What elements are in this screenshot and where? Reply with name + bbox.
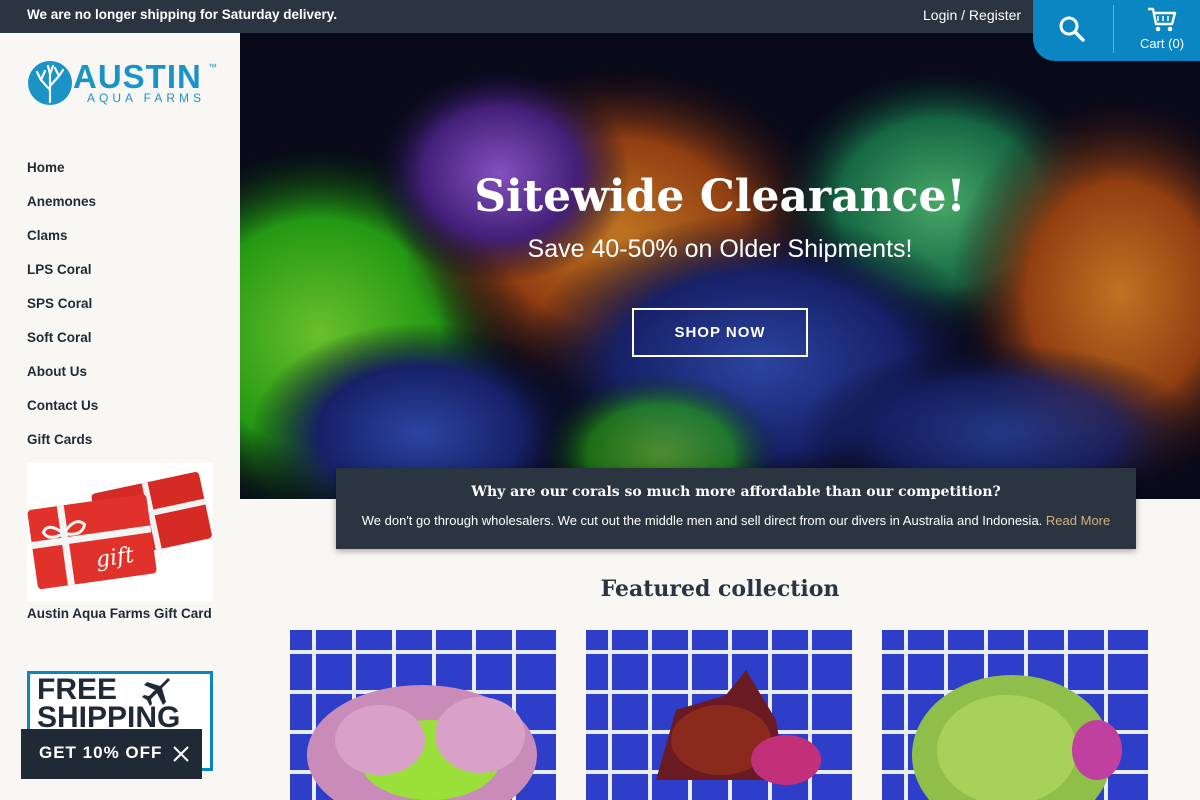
sidebar-item-lps-coral[interactable]: LPS Coral [27,262,98,296]
gift-card-image[interactable]: gift [27,463,213,601]
logo-subtitle: AQUA FARMS [87,91,206,105]
airplane-icon [142,678,170,706]
coral-hero-image [240,33,1200,499]
product-card-3[interactable] [882,630,1148,800]
callout-answer-line: We don't go through wholesalers. We cut … [336,513,1136,528]
gift-card-caption[interactable]: Austin Aqua Farms Gift Card [27,606,212,621]
read-more-link[interactable]: Read More [1046,513,1110,528]
featured-collection-title: Featured collection [600,576,840,602]
announcement-text: We are no longer shipping for Saturday d… [27,7,338,22]
sidebar-item-home[interactable]: Home [27,160,98,194]
login-register-link[interactable]: Login / Register [923,7,1021,23]
sidebar-item-contact-us[interactable]: Contact Us [27,398,98,432]
sidebar-item-about-us[interactable]: About Us [27,364,98,398]
affordability-callout: Why are our corals so much more affordab… [336,468,1136,549]
callout-answer: We don't go through wholesalers. We cut … [361,513,1043,528]
sidebar-nav: Home Anemones Clams LPS Coral SPS Coral … [27,160,98,466]
sidebar: AUSTIN ™ AQUA FARMS Home Anemones Clams … [0,33,240,800]
sidebar-item-clams[interactable]: Clams [27,228,98,262]
callout-question: Why are our corals so much more affordab… [471,484,1001,500]
cart-button[interactable]: Cart (0) [1129,6,1195,56]
sidebar-item-gift-cards[interactable]: Gift Cards [27,432,98,466]
close-icon[interactable] [171,744,191,764]
header-actions: Cart (0) [1033,0,1200,61]
shop-now-button[interactable]: SHOP NOW [632,308,808,357]
header-divider [1113,5,1114,53]
product-image-1 [290,630,556,800]
discount-label[interactable]: GET 10% OFF [39,743,162,763]
product-image-3 [882,630,1148,800]
sidebar-item-anemones[interactable]: Anemones [27,194,98,228]
product-card-1[interactable] [290,630,556,800]
logo-trademark: ™ [208,62,217,72]
discount-popup[interactable]: GET 10% OFF [21,729,202,779]
product-card-2[interactable] [586,630,852,800]
gift-card-image-text: gift [94,543,135,573]
product-image-2 [586,630,852,800]
sidebar-item-sps-coral[interactable]: SPS Coral [27,296,98,330]
cart-icon [1148,7,1177,32]
coral-logo-icon [28,61,72,105]
site-logo[interactable]: AUSTIN ™ AQUA FARMS [27,58,217,108]
hero-banner: Sitewide Clearance! Save 40-50% on Older… [240,33,1200,499]
hero-headline: Sitewide Clearance! [474,171,966,222]
hero-subline: Save 40-50% on Older Shipments! [527,235,913,263]
cart-label[interactable]: Cart (0) [1129,36,1195,51]
search-icon[interactable] [1057,14,1087,44]
sidebar-item-soft-coral[interactable]: Soft Coral [27,330,98,364]
announcement-bar: We are no longer shipping for Saturday d… [0,0,1200,33]
